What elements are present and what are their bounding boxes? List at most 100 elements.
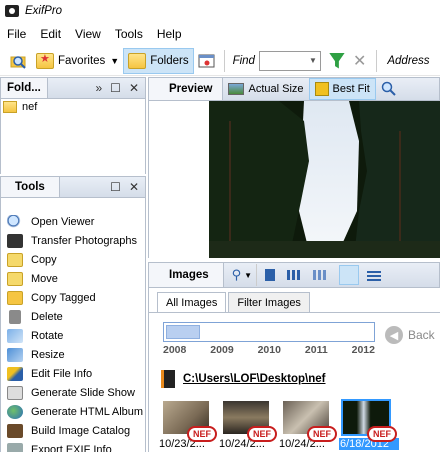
image-icon [228,83,245,95]
resize-icon [7,347,23,362]
copy-tagged-icon [7,290,23,305]
folder-label: nef [22,101,38,113]
menu-edit[interactable]: Edit [33,27,68,41]
back-arrow-icon: ◀ [385,326,403,344]
tool-move[interactable]: Move [1,269,145,288]
year-label: 2012 [351,344,375,356]
back-button[interactable]: ◀ Back [385,326,435,344]
find-input[interactable]: ▼ [258,50,321,71]
main-toolbar: Favorites ▼ Folders Find ▼ ✕ Address [0,46,440,76]
slideshow-icon [7,385,23,400]
toolbar-separator [256,264,258,286]
timeline-selection[interactable] [166,325,200,339]
chevron-down-icon[interactable]: ▼ [309,56,317,65]
list-view-icon[interactable] [265,269,276,281]
menu-tools[interactable]: Tools [108,27,150,41]
tool-copy-tagged[interactable]: Copy Tagged [1,288,145,307]
image-filter-tabs: All Images Filter Images [157,292,312,312]
folder-path[interactable]: C:\Users\LOF\Desktop\nef [183,373,326,385]
tool-open-viewer[interactable]: Open Viewer [1,212,145,231]
tool-label: Build Image Catalog [31,424,131,437]
preview-panel-header: Preview Actual Size Best Fit [148,77,440,101]
group-icon[interactable] [313,270,328,280]
tool-edit-file-info[interactable]: Edit File Info [1,364,145,383]
tab-filter-images[interactable]: Filter Images [228,292,310,312]
menu-bar: File Edit View Tools Help [0,24,440,44]
catalog-icon [7,423,23,438]
favorites-button[interactable]: Favorites ▼ [32,48,123,74]
chevron-down-icon[interactable]: ▼ [110,56,119,66]
menu-view[interactable]: View [68,27,108,41]
magnifier-icon[interactable]: ⚲ [232,267,242,283]
tool-export-exif-info[interactable]: Export EXIF Info [1,440,145,452]
tool-label: Rotate [31,329,64,342]
tool-copy[interactable]: Copy [1,250,145,269]
camera-icon [7,233,23,248]
export-icon [7,442,23,452]
folders-label: Folders [150,54,189,67]
title-bar: ExifPro [0,0,440,22]
tool-label: Delete [31,310,63,323]
menu-help[interactable]: Help [150,27,189,41]
filter-icon[interactable] [328,52,345,69]
thumbnail-list: NEF 10/23/2... NEF 10/24/2... NEF 10/24/… [159,399,399,450]
tools-panel-title[interactable]: Tools [1,177,60,197]
actual-size-button[interactable]: Actual Size [223,78,308,100]
preview-photo[interactable] [209,101,440,258]
tool-label: Edit File Info [31,367,93,380]
close-icon[interactable]: ✕ [353,51,366,71]
tool-generate-html-album[interactable]: Generate HTML Album [1,402,145,421]
back-label: Back [408,328,435,342]
copy-icon [7,252,23,267]
best-fit-button[interactable]: Best Fit [308,78,376,100]
thumbnail-image: NEF [163,401,217,442]
favorites-label: Favorites [58,54,106,67]
tool-label: Move [31,272,58,285]
window-title: ExifPro [25,5,63,17]
preview-panel-title[interactable]: Preview [149,78,224,100]
chevron-down-icon[interactable]: ▼ [244,271,252,280]
images-panel-title[interactable]: Images [149,263,224,287]
restore-icon[interactable]: ☐ [110,81,121,95]
best-fit-label: Best Fit [332,83,370,95]
close-icon[interactable]: ✕ [129,180,139,194]
tab-all-images[interactable]: All Images [157,292,227,312]
tool-generate-slide-show[interactable]: Generate Slide Show [1,383,145,402]
sort-icon[interactable] [287,270,302,280]
year-label: 2009 [210,344,234,356]
zoom-button[interactable] [376,78,402,100]
folders-button[interactable]: Folders [123,47,194,74]
restore-icon[interactable]: ☐ [110,180,121,194]
new-folder-button[interactable] [194,48,220,74]
tool-label: Export EXIF Info [31,443,112,452]
tool-build-image-catalog[interactable]: Build Image Catalog [1,421,145,440]
thumbnail-image: NEF [223,401,277,442]
timeline-bar[interactable] [163,322,375,342]
actual-size-label: Actual Size [248,83,304,95]
tool-resize[interactable]: Resize [1,345,145,364]
tool-delete[interactable]: Delete [1,307,145,326]
thumbnail-item[interactable]: NEF 10/23/2... [159,401,219,450]
folder-item[interactable]: nef [1,99,145,113]
tool-rotate[interactable]: Rotate [1,326,145,345]
thumbnail-item[interactable]: NEF 10/24/2... [279,401,339,450]
close-icon[interactable]: ✕ [129,81,139,95]
menu-file[interactable]: File [0,27,33,41]
tool-label: Generate HTML Album [31,405,144,418]
browse-button[interactable] [6,48,32,74]
film-folder-icon [161,370,175,388]
tool-label: Open Viewer [31,215,95,228]
new-window-icon [198,54,215,67]
thumbnail-item[interactable]: NEF 10/24/2... [219,401,279,450]
chevron-right-icon[interactable]: » [95,81,102,95]
forest-photo [209,101,440,258]
toolbar-separator [376,49,378,72]
details-view-icon[interactable] [367,269,382,281]
thumbnail-item-selected[interactable]: NEF 6/18/2012 [339,399,399,450]
folders-panel-title[interactable]: Fold... [1,78,48,98]
tab-divider [149,312,440,313]
tool-transfer-photographs[interactable]: Transfer Photographs [1,231,145,250]
folders-panel-header: Fold... » ☐ ✕ [0,77,146,99]
nef-badge: NEF [367,426,397,442]
thumbnail-view-icon[interactable] [339,265,360,285]
